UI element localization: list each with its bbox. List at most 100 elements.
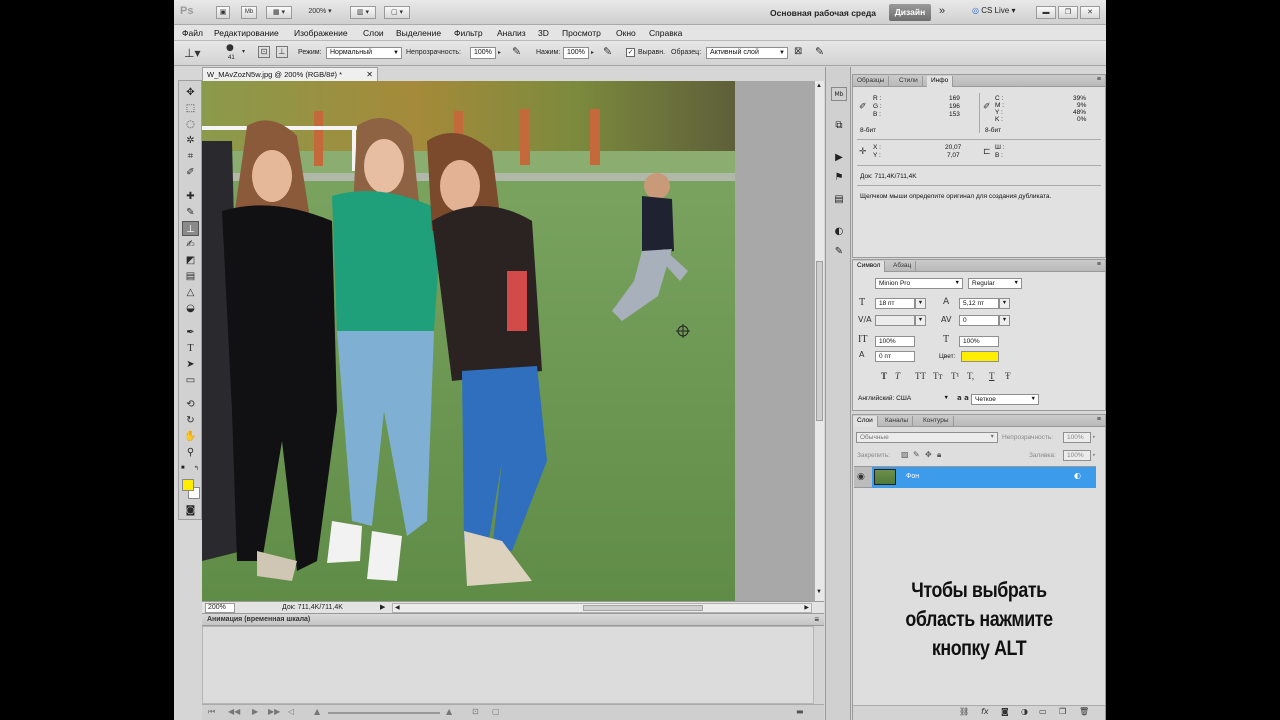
font-size-field[interactable]: 18 пт — [875, 298, 915, 309]
healing-brush-tool-icon[interactable]: ✚ — [182, 189, 199, 204]
workspace-label[interactable]: Основная рабочая среда — [770, 8, 876, 18]
actions-panel-icon[interactable]: ▶ — [831, 151, 847, 165]
zoom-level-dropdown[interactable]: 200% ▾ — [300, 6, 340, 19]
layer-mask-icon[interactable]: ◙ — [1001, 707, 1009, 716]
leading-field[interactable]: 5,12 пт — [959, 298, 999, 309]
menu-layers[interactable]: Слои — [363, 28, 384, 38]
tab-channels[interactable]: Каналы — [881, 416, 914, 427]
small-caps-button[interactable]: Tт — [933, 371, 942, 381]
tab-paths[interactable]: Контуры — [919, 416, 954, 427]
lock-transparency-icon[interactable]: ▨ — [901, 450, 909, 459]
superscript-button[interactable]: T¹ — [951, 371, 959, 381]
language-select[interactable]: Английский: США ▼ — [855, 394, 951, 405]
3d-orbit-tool-icon[interactable]: ↻ — [182, 413, 199, 428]
scroll-thumb[interactable] — [816, 261, 823, 421]
tab-paragraph[interactable]: Абзац — [889, 261, 917, 272]
scroll-up-icon[interactable]: ▲ — [816, 83, 822, 89]
play-icon[interactable]: ▶ — [252, 707, 258, 716]
font-family-select[interactable]: Minion Pro ▼ — [875, 278, 963, 289]
menu-3d[interactable]: 3D — [538, 28, 549, 38]
gradient-tool-icon[interactable]: ▤ — [182, 269, 199, 284]
delete-layer-icon[interactable]: 🗑︎ — [1079, 707, 1089, 716]
menu-view[interactable]: Просмотр — [562, 28, 601, 38]
clone-stamp-tool-icon[interactable]: ⊥ — [182, 221, 199, 236]
default-colors-icon[interactable]: ■ — [181, 465, 185, 471]
eraser-tool-icon[interactable]: ◩ — [182, 253, 199, 268]
scroll-left-icon[interactable]: ◀ — [395, 604, 400, 611]
timeline-zoom-slider[interactable] — [328, 712, 440, 714]
kerning-dropdown[interactable]: ▼ — [915, 315, 926, 326]
shape-tool-icon[interactable]: ▭ — [182, 373, 199, 388]
swap-colors-icon[interactable]: ↰ — [194, 465, 199, 472]
document-photo[interactable] — [202, 81, 735, 601]
history-brush-tool-icon[interactable]: ✍ — [182, 237, 199, 252]
fill-field[interactable]: 100% — [1063, 450, 1091, 461]
panel-menu-icon[interactable]: ≡ — [1097, 416, 1101, 423]
quick-mask-icon[interactable]: ◙ — [182, 503, 199, 518]
status-menu-icon[interactable]: ▶ — [380, 603, 385, 611]
brush-tool-icon[interactable]: ✎ — [182, 205, 199, 220]
horizontal-scale-field[interactable]: 100% — [959, 336, 999, 347]
minibridge-panel-icon[interactable]: Mb — [831, 87, 847, 101]
faux-bold-button[interactable]: T — [881, 371, 887, 381]
menu-image[interactable]: Изображение — [294, 28, 348, 38]
antialias-select[interactable]: Четкое ▼ — [971, 394, 1039, 405]
history-panel-icon[interactable]: ⧉ — [831, 119, 847, 133]
eye-icon[interactable]: ◉ — [857, 472, 865, 482]
opacity-field[interactable]: 100% — [470, 47, 496, 59]
bridge-button[interactable]: ▣ — [216, 6, 230, 19]
crop-tool-icon[interactable]: ⌗ — [182, 149, 199, 164]
tracking-field[interactable]: 0 — [959, 315, 999, 326]
opacity-slider-icon[interactable]: ▸ — [498, 49, 501, 56]
panel-menu-icon[interactable]: ≡ — [1097, 76, 1101, 83]
mode-select[interactable]: Нормальный ▼ — [326, 47, 402, 59]
subscript-button[interactable]: T, — [967, 371, 974, 381]
marquee-tool-icon[interactable]: ⬚ — [182, 101, 199, 116]
tab-styles[interactable]: Стили — [895, 76, 923, 87]
pressure-slider-icon[interactable]: ▸ — [591, 49, 594, 56]
lock-image-icon[interactable]: ✎ — [913, 450, 920, 459]
sample-select[interactable]: Активный слой ▼ — [706, 47, 788, 59]
strikethrough-button[interactable]: Ŧ — [1005, 371, 1011, 381]
baseline-shift-field[interactable]: 0 пт — [875, 351, 915, 362]
lasso-tool-icon[interactable]: ◌ — [182, 117, 199, 132]
onion-skin-icon[interactable]: ▢ — [492, 707, 500, 716]
pressure-field[interactable]: 100% — [563, 47, 589, 59]
clone-stamp-preset-icon[interactable]: ⊥▾ — [184, 46, 200, 60]
hand-tool-icon[interactable]: ✋ — [182, 429, 199, 444]
all-caps-button[interactable]: TT — [915, 371, 926, 381]
3d-rotate-tool-icon[interactable]: ⟲ — [182, 397, 199, 412]
layer-name[interactable]: Фон — [906, 473, 919, 480]
view-extras-button[interactable]: ▦ ▾ — [266, 6, 292, 19]
opacity-slider-icon[interactable]: ▸ — [1093, 434, 1096, 440]
scroll-down-icon[interactable]: ▼ — [816, 589, 822, 595]
zoom-tool-icon[interactable]: ⚲ — [182, 445, 199, 460]
cs-live-button[interactable]: ◎ CS Live ▾ — [972, 6, 1015, 15]
horizontal-scrollbar[interactable]: ◀ ▶ — [392, 603, 812, 613]
layer-row[interactable]: ◉ Фон ◐ — [854, 466, 1096, 488]
new-group-icon[interactable]: ▭ — [1039, 707, 1047, 716]
close-document-icon[interactable]: ✕ — [366, 68, 373, 81]
minimize-button[interactable]: ▬ — [1036, 6, 1056, 19]
dodge-tool-icon[interactable]: ◒ — [182, 301, 199, 316]
brush-panel-icon[interactable]: ⊡ — [258, 46, 270, 58]
text-color-swatch[interactable] — [961, 351, 999, 362]
zoom-in-timeline-icon[interactable]: ▲ — [446, 707, 452, 716]
quick-select-tool-icon[interactable]: ✲ — [182, 133, 199, 148]
tab-swatches[interactable]: Образцы — [853, 76, 890, 87]
type-tool-icon[interactable]: T — [182, 341, 199, 356]
new-layer-icon[interactable]: ❐ — [1059, 707, 1066, 716]
convert-frames-icon[interactable]: ⊡ — [472, 707, 479, 716]
tablet-opacity-icon[interactable]: ✎ — [512, 45, 521, 58]
brush-dropdown-icon[interactable]: ▾ — [242, 48, 245, 55]
foreground-color-swatch[interactable] — [182, 479, 194, 491]
vertical-scrollbar[interactable]: ▲ ▼ — [814, 81, 824, 601]
faux-italic-button[interactable]: T — [895, 371, 900, 381]
font-size-dropdown[interactable]: ▼ — [915, 298, 926, 309]
fill-slider-icon[interactable]: ▸ — [1093, 452, 1096, 458]
timeline-area[interactable] — [202, 626, 814, 704]
airbrush-icon[interactable]: ✎ — [603, 45, 612, 58]
tracking-dropdown[interactable]: ▼ — [999, 315, 1010, 326]
restore-button[interactable]: ❐ — [1058, 6, 1078, 19]
adjustments-panel-icon[interactable]: ⚑ — [831, 171, 847, 185]
